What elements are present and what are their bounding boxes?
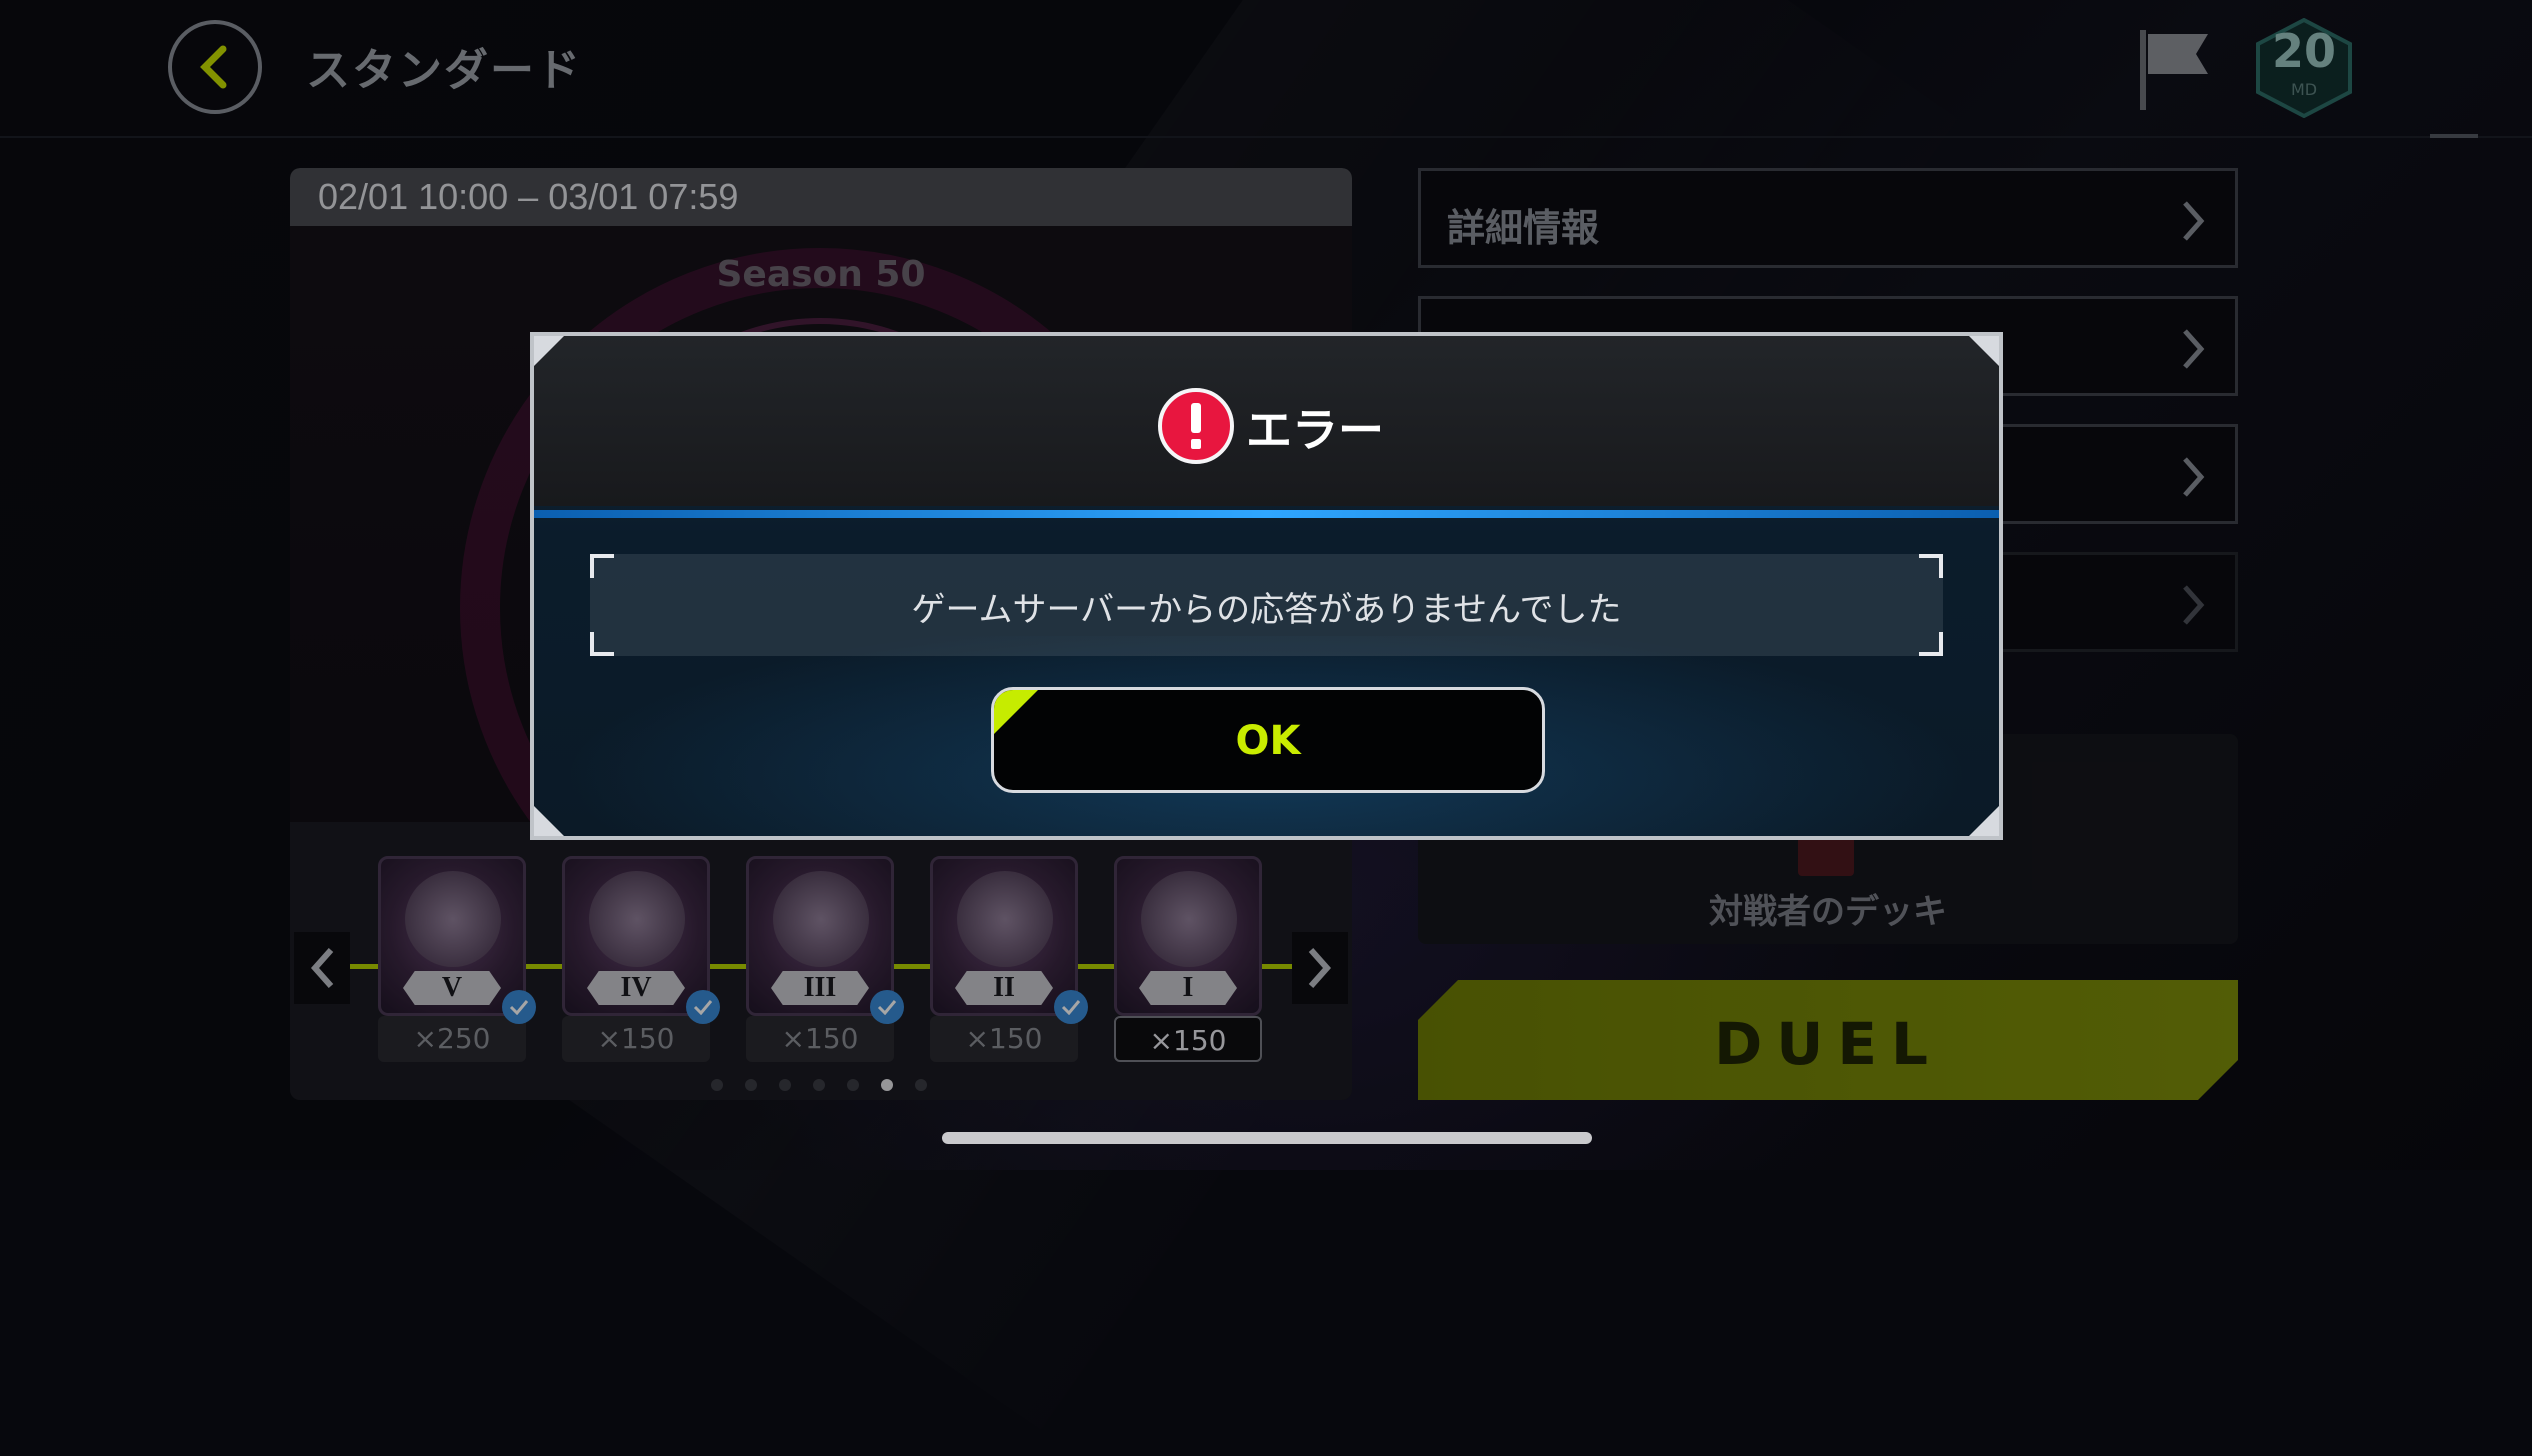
dialog-header-divider: [534, 510, 1999, 518]
dialog-title: エラー: [1246, 403, 1384, 457]
error-dialog: エラー ゲームサーバーからの応答がありませんでした OK: [530, 332, 2003, 840]
bracket-corner: [1919, 554, 1943, 578]
dialog-message: ゲームサーバーからの応答がありませんでした: [911, 590, 1622, 630]
bracket-corner: [1919, 632, 1943, 656]
ok-label: OK: [1235, 718, 1301, 764]
error-icon: [1158, 388, 1234, 464]
message-box: ゲームサーバーからの応答がありませんでした: [590, 554, 1943, 656]
bracket-corner: [590, 554, 614, 578]
home-indicator[interactable]: [942, 1132, 1592, 1144]
bracket-corner: [590, 632, 614, 656]
ok-button[interactable]: OK: [991, 687, 1545, 793]
